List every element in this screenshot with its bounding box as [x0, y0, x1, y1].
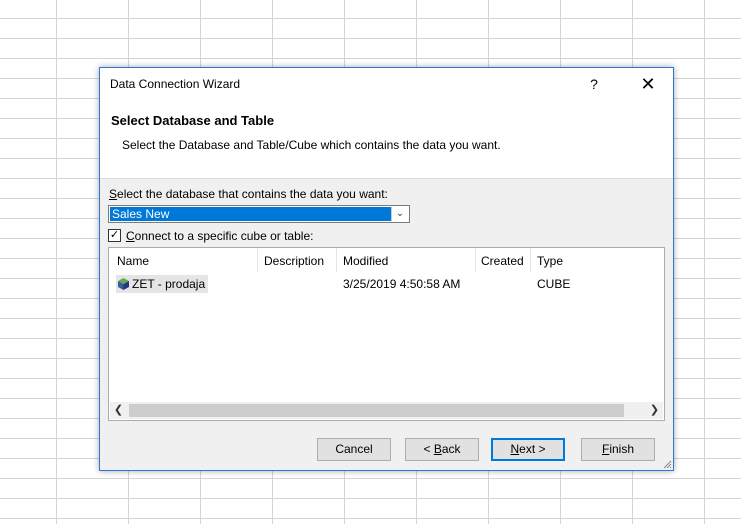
column-header-created[interactable]: Created — [481, 254, 524, 268]
database-label-mnemonic: S — [109, 187, 118, 201]
scroll-right-icon[interactable]: ❯ — [646, 402, 663, 419]
column-divider — [475, 248, 476, 272]
table-row[interactable]: ZET - prodaja 3/25/2019 4:50:58 AM CUBE — [111, 275, 662, 293]
database-label-text: elect the database that contains the dat… — [117, 187, 388, 201]
back-button-mnemonic: B — [433, 442, 442, 456]
database-select[interactable]: Sales New ⌄ — [108, 205, 410, 223]
row-name-text: ZET - prodaja — [132, 277, 206, 291]
next-button-text: ext > — [519, 442, 546, 456]
next-button-mnemonic: N — [510, 442, 520, 456]
column-header-modified[interactable]: Modified — [343, 254, 388, 268]
row-name-cell[interactable]: ZET - prodaja — [116, 275, 209, 293]
connect-cube-mnemonic: C — [126, 229, 135, 243]
column-divider — [530, 248, 531, 272]
scroll-left-icon[interactable]: ❮ — [110, 402, 127, 419]
step-description: Select the Database and Table/Cube which… — [122, 138, 501, 152]
back-button-prefix: < — [423, 442, 434, 456]
connect-cube-label[interactable]: Connect to a specific cube or table: — [126, 229, 313, 243]
finish-button[interactable]: Finish — [581, 438, 655, 461]
title-bar: Data Connection Wizard ? ✕ — [100, 68, 673, 98]
connect-cube-checkbox[interactable]: ✓ — [108, 229, 121, 242]
column-divider — [336, 248, 337, 272]
column-header-name[interactable]: Name — [117, 254, 149, 268]
back-button[interactable]: < Back — [405, 438, 479, 461]
cancel-button[interactable]: Cancel — [317, 438, 391, 461]
scroll-thumb[interactable] — [129, 404, 624, 417]
connect-cube-label-text: onnect to a specific cube or table: — [134, 229, 314, 243]
column-header-description[interactable]: Description — [264, 254, 324, 268]
column-divider — [257, 248, 258, 272]
finish-button-text: inish — [609, 442, 635, 456]
cube-table-list[interactable]: Name Description Modified Created Type Z… — [108, 247, 665, 421]
wizard-header: Select Database and Table Select the Dat… — [100, 98, 673, 179]
close-button[interactable]: ✕ — [636, 74, 660, 94]
dialog-title: Data Connection Wizard — [110, 77, 241, 91]
row-type-cell: CUBE — [537, 277, 571, 291]
data-connection-wizard-dialog: Data Connection Wizard ? ✕ Select Databa… — [99, 67, 674, 471]
database-select-value: Sales New — [110, 207, 391, 221]
resize-grip-icon[interactable] — [662, 459, 672, 469]
help-button[interactable]: ? — [584, 74, 604, 94]
step-title: Select Database and Table — [111, 113, 275, 128]
database-label: Select the database that contains the da… — [109, 187, 388, 201]
row-modified-cell: 3/25/2019 4:50:58 AM — [343, 277, 461, 291]
chevron-down-icon[interactable]: ⌄ — [391, 207, 408, 221]
cube-icon — [118, 278, 129, 290]
column-header-type[interactable]: Type — [537, 254, 563, 268]
horizontal-scrollbar[interactable]: ❮ ❯ — [110, 402, 663, 419]
wizard-body: Select the database that contains the da… — [100, 179, 673, 470]
next-button[interactable]: Next > — [491, 438, 565, 461]
back-button-text: ack — [441, 442, 461, 456]
